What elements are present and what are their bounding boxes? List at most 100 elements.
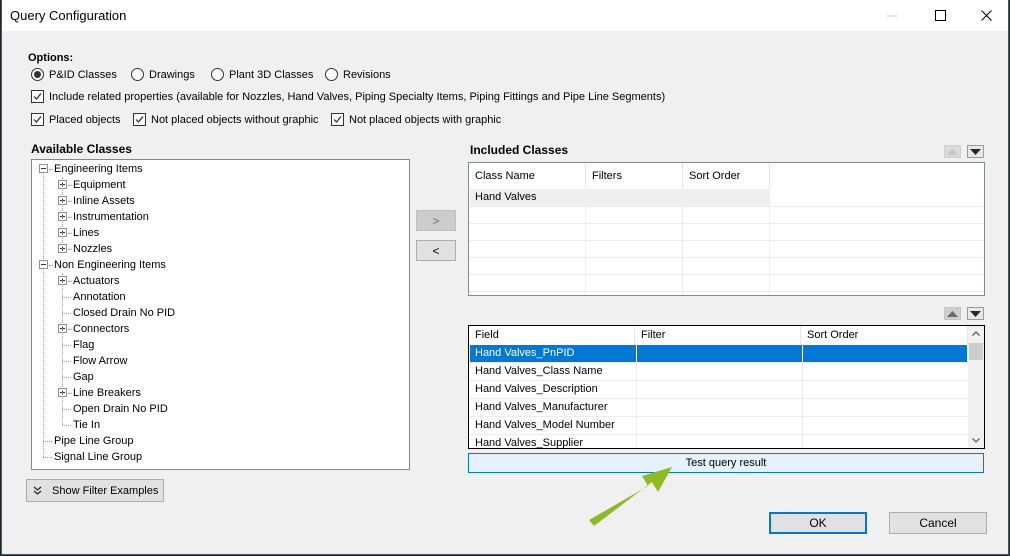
tree-item[interactable]: Equipment bbox=[73, 177, 126, 193]
collapse-minus-icon[interactable] bbox=[39, 164, 48, 173]
checkmark-icon bbox=[135, 116, 144, 123]
radio-plant3d-classes[interactable]: Plant 3D Classes bbox=[211, 68, 313, 81]
add-class-button[interactable]: > bbox=[416, 210, 456, 231]
sort-order-cell[interactable] bbox=[802, 363, 968, 381]
include-related-checkbox[interactable]: Include related properties (available fo… bbox=[31, 90, 665, 103]
tree-item[interactable]: Flow Arrow bbox=[73, 353, 127, 369]
move-class-down-button[interactable] bbox=[967, 145, 984, 158]
checkbox-box bbox=[31, 113, 44, 126]
scrollbar-thumb[interactable] bbox=[969, 343, 983, 360]
triangle-down-icon bbox=[970, 310, 981, 317]
tree-item[interactable]: Nozzles bbox=[73, 241, 112, 257]
sort-order-cell[interactable] bbox=[802, 345, 968, 363]
tree-item[interactable]: Annotation bbox=[73, 289, 126, 305]
collapse-minus-icon[interactable] bbox=[39, 260, 48, 269]
filter-cell[interactable] bbox=[636, 417, 802, 435]
sort-order-cell[interactable] bbox=[802, 381, 968, 399]
radio-pid-classes[interactable]: P&ID Classes bbox=[31, 68, 117, 81]
available-classes-tree[interactable]: Engineering Items Equipment Inline Assets I… bbox=[31, 159, 410, 470]
tree-item[interactable]: Line Breakers bbox=[73, 385, 141, 401]
title-bar: Query Configuration bbox=[2, 0, 1008, 31]
column-header-filters[interactable]: Filters bbox=[586, 163, 683, 189]
tree-item[interactable]: Inline Assets bbox=[73, 193, 135, 209]
show-filter-examples-button[interactable]: Show Filter Examples bbox=[26, 479, 164, 502]
filter-cell[interactable] bbox=[636, 381, 802, 399]
field-cell[interactable]: Hand Valves_Manufacturer bbox=[470, 399, 636, 417]
tree-connector-line bbox=[43, 174, 44, 457]
remove-class-button[interactable]: < bbox=[416, 240, 456, 261]
column-header-sort-order[interactable]: Sort Order bbox=[801, 326, 968, 345]
column-header-class-name[interactable]: Class Name bbox=[469, 163, 586, 189]
filter-cell[interactable] bbox=[636, 345, 802, 363]
sort-order-cell[interactable] bbox=[802, 417, 968, 435]
move-class-up-button[interactable] bbox=[944, 145, 961, 158]
filter-cell[interactable] bbox=[636, 435, 802, 448]
not-placed-without-graphic-checkbox[interactable]: Not placed objects without graphic bbox=[133, 113, 319, 126]
field-cell[interactable]: Hand Valves_Class Name bbox=[470, 363, 636, 381]
ok-button[interactable]: OK bbox=[769, 512, 867, 534]
field-cell[interactable]: Hand Valves_Supplier bbox=[470, 435, 636, 448]
checkbox-label: Not placed objects without graphic bbox=[151, 113, 319, 126]
table-row[interactable]: Hand Valves_Model Number bbox=[470, 417, 968, 435]
table-row[interactable]: Hand Valves_Supplier bbox=[470, 435, 968, 448]
tree-connector-line bbox=[68, 329, 72, 330]
table-row[interactable]: Hand Valves_Manufacturer bbox=[470, 399, 968, 417]
checkbox-box bbox=[31, 90, 44, 103]
tree-item[interactable]: Instrumentation bbox=[73, 209, 149, 225]
tree-item[interactable]: Signal Line Group bbox=[54, 449, 142, 465]
table-row[interactable]: Hand Valves_Class Name bbox=[470, 363, 968, 381]
sort-order-cell[interactable] bbox=[802, 435, 968, 448]
radio-revisions[interactable]: Revisions bbox=[325, 68, 391, 81]
radio-indicator bbox=[211, 68, 224, 81]
column-header-sort-order[interactable]: Sort Order bbox=[683, 163, 770, 189]
tree-item-label: Non Engineering Items bbox=[54, 259, 166, 271]
table-row[interactable]: Hand Valves_Description bbox=[470, 381, 968, 399]
tree-item[interactable]: Lines bbox=[73, 225, 99, 241]
filter-cell[interactable] bbox=[636, 399, 802, 417]
minimize-icon bbox=[887, 15, 897, 16]
tree-item[interactable]: Connectors bbox=[73, 321, 129, 337]
close-button[interactable] bbox=[963, 0, 1009, 31]
checkbox-box bbox=[133, 113, 146, 126]
maximize-button[interactable] bbox=[917, 0, 963, 31]
tree-item-label: Signal Line Group bbox=[54, 451, 143, 463]
tree-connector-line bbox=[68, 217, 72, 218]
move-field-down-button[interactable] bbox=[967, 307, 984, 320]
tree-item[interactable]: Closed Drain No PID bbox=[73, 305, 175, 321]
field-cell[interactable]: Hand Valves_Model Number bbox=[470, 417, 636, 435]
column-header-field[interactable]: Field bbox=[469, 326, 635, 345]
tree-connector-line bbox=[43, 457, 52, 458]
test-query-result-button[interactable]: Test query result bbox=[468, 453, 984, 473]
not-placed-with-graphic-checkbox[interactable]: Not placed objects with graphic bbox=[331, 113, 501, 126]
tree-connector-line bbox=[62, 425, 71, 426]
cancel-button[interactable]: Cancel bbox=[889, 512, 987, 534]
tree-item[interactable]: Actuators bbox=[73, 273, 119, 289]
radio-label: P&ID Classes bbox=[49, 68, 117, 81]
radio-drawings[interactable]: Drawings bbox=[131, 68, 195, 81]
column-header-filter[interactable]: Filter bbox=[635, 326, 801, 345]
tree-item[interactable]: Non Engineering Items bbox=[54, 257, 166, 273]
tree-connector-line bbox=[62, 273, 63, 425]
move-field-up-button[interactable] bbox=[944, 307, 961, 320]
tree-item[interactable]: Pipe Line Group bbox=[54, 433, 134, 449]
sort-order-cell[interactable] bbox=[802, 399, 968, 417]
fields-grid: Field Filter Sort Order Hand Valves_PnPI… bbox=[468, 325, 985, 449]
scroll-down-icon[interactable] bbox=[972, 438, 980, 443]
field-cell[interactable]: Hand Valves_PnPID bbox=[470, 345, 636, 363]
fields-scrollbar[interactable] bbox=[968, 326, 984, 448]
tree-item[interactable]: Engineering Items bbox=[54, 161, 143, 177]
scroll-up-icon[interactable] bbox=[972, 331, 980, 336]
tree-item[interactable]: Tie In bbox=[73, 417, 100, 433]
tree-item[interactable]: Gap bbox=[73, 369, 94, 385]
tree-item[interactable]: Open Drain No PID bbox=[73, 401, 168, 417]
minimize-button[interactable] bbox=[870, 0, 916, 31]
placed-objects-checkbox[interactable]: Placed objects bbox=[31, 113, 121, 126]
table-row[interactable]: Hand Valves_PnPID bbox=[470, 345, 968, 363]
tree-item-label: Tie In bbox=[73, 419, 101, 431]
table-row[interactable]: Hand Valves bbox=[470, 189, 770, 206]
tree-item[interactable]: Flag bbox=[73, 337, 94, 353]
field-cell[interactable]: Hand Valves_Description bbox=[470, 381, 636, 399]
tree-item-label: Instrumentation bbox=[73, 211, 149, 223]
tree-item-label: Flag bbox=[73, 339, 95, 351]
filter-cell[interactable] bbox=[636, 363, 802, 381]
